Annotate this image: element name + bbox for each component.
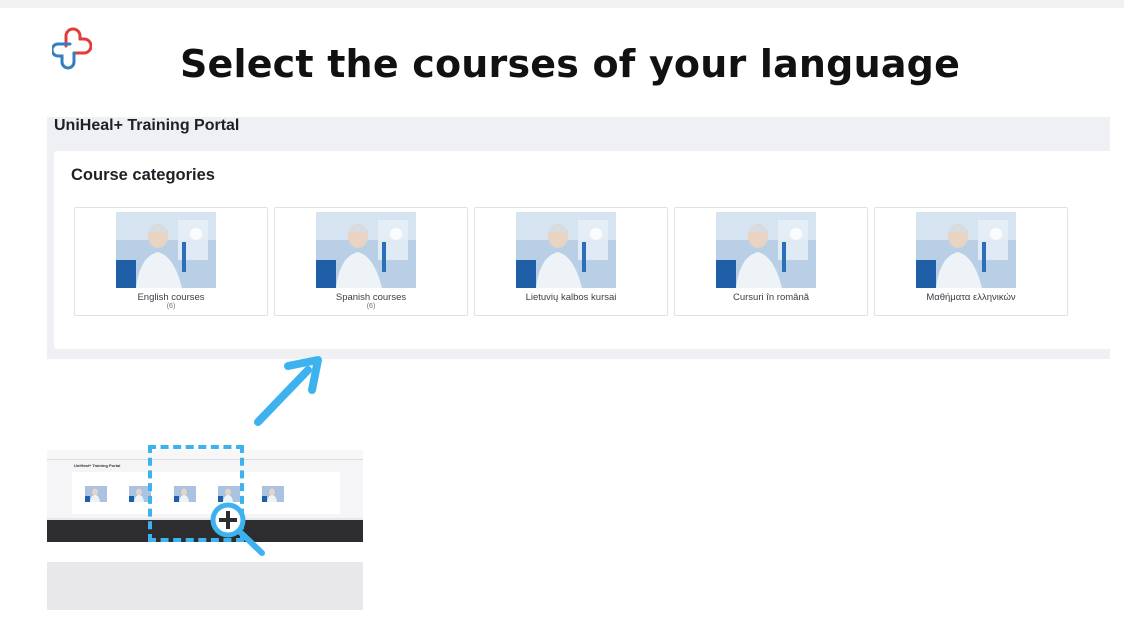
scientist-image — [316, 212, 416, 288]
category-count: (6) — [366, 303, 376, 310]
category-card-english[interactable]: English courses (6) — [74, 207, 268, 316]
scientist-image — [116, 212, 216, 288]
pointer-arrow-icon — [254, 356, 322, 426]
category-card-greek[interactable]: Μαθήματα ελληνικών — [874, 207, 1068, 316]
thumbnail-title: UniHeal+ Training Portal — [74, 463, 121, 468]
scientist-image — [916, 212, 1016, 288]
category-card-lithuanian[interactable]: Lietuvių kalbos kursai — [474, 207, 668, 316]
category-card-spanish[interactable]: Spanish courses (6) — [274, 207, 468, 316]
course-categories-panel: Course categories English courses (6) Sp… — [54, 151, 1117, 349]
thumbnail-bottom — [47, 542, 363, 562]
category-name: English courses — [137, 292, 205, 303]
scientist-image — [516, 212, 616, 288]
top-strip — [0, 0, 1124, 8]
zoom-in-icon — [210, 502, 265, 556]
portal-name: UniHeal+ Training Portal — [54, 117, 240, 134]
thumbnail-card-image — [85, 486, 107, 502]
category-name: Μαθήματα ελληνικών — [926, 292, 1016, 303]
category-name: Lietuvių kalbos kursai — [525, 292, 617, 303]
portal-screenshot: UniHeal+ Training Portal Course categori… — [47, 117, 1117, 359]
category-name: Cursuri în română — [732, 292, 810, 303]
category-card-romanian[interactable]: Cursuri în română — [674, 207, 868, 316]
scientist-image — [716, 212, 816, 288]
course-categories-title: Course categories — [71, 166, 215, 184]
category-name: Spanish courses — [335, 292, 407, 303]
slide-title: Select the courses of your language — [179, 42, 961, 86]
category-count: (6) — [166, 303, 176, 310]
